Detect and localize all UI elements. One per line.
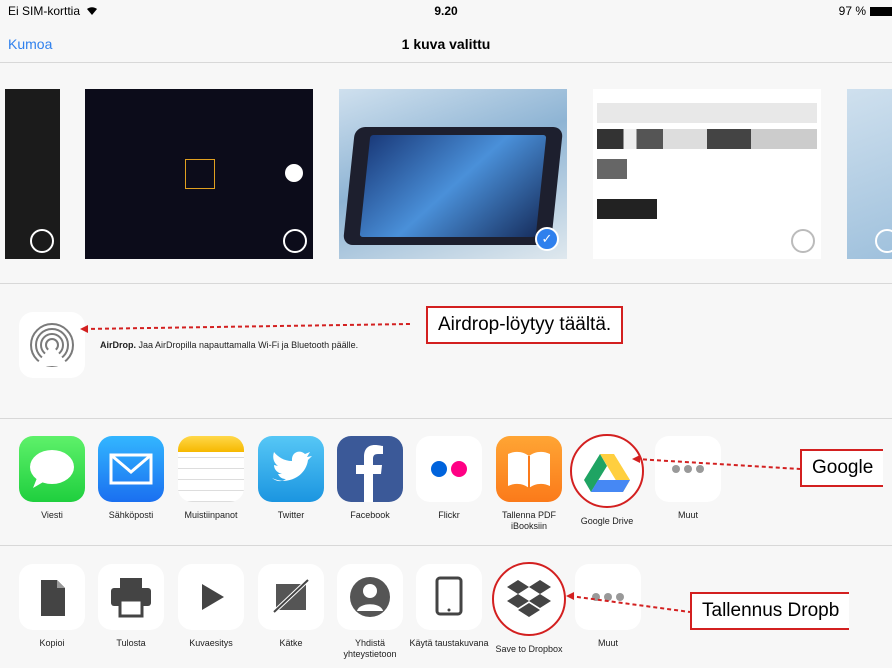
share-apps-row: Viesti Sähköposti Muistiinpanot Twitter … [0,419,892,546]
dropbox-callout: Tallennus Dropb [690,592,850,630]
google-drive-callout: Google [800,449,884,487]
focus-square-icon [185,159,215,189]
airdrop-section: AirDrop. Jaa AirDropilla napauttamalla W… [0,284,892,419]
shutter-icon [283,229,307,253]
page-title: 1 kuva valittu [401,36,491,52]
shutter-icon [30,229,54,253]
airdrop-callout: Airdrop-löytyy täältä. [426,306,624,344]
battery-icon [870,6,892,16]
shutter-icon [875,229,892,253]
callout-arrow [632,455,801,470]
photo-thumbnail[interactable] [847,89,892,259]
shutter-icon [791,229,815,253]
photo-strip[interactable]: ✓ [0,63,892,284]
ipad-photo [342,127,564,245]
photo-thumbnail[interactable] [593,89,821,259]
battery-status: 97 % [839,4,892,18]
photo-thumbnail[interactable] [85,89,313,259]
shutter-button-icon [285,164,303,182]
callout-arrow [80,323,411,333]
actions-row: Kopioi Tulosta Kuvaesitys Kätke Yhdistä … [0,546,892,668]
photo-thumbnail-selected[interactable]: ✓ [339,89,567,259]
status-bar: Ei SIM-korttia 9.20 97 % [0,0,892,22]
selected-check-icon: ✓ [535,227,559,251]
clock-time: 9.20 [434,4,458,18]
nav-bar: Kumoa 1 kuva valittu [0,22,892,63]
photo-thumbnail[interactable] [5,89,60,259]
